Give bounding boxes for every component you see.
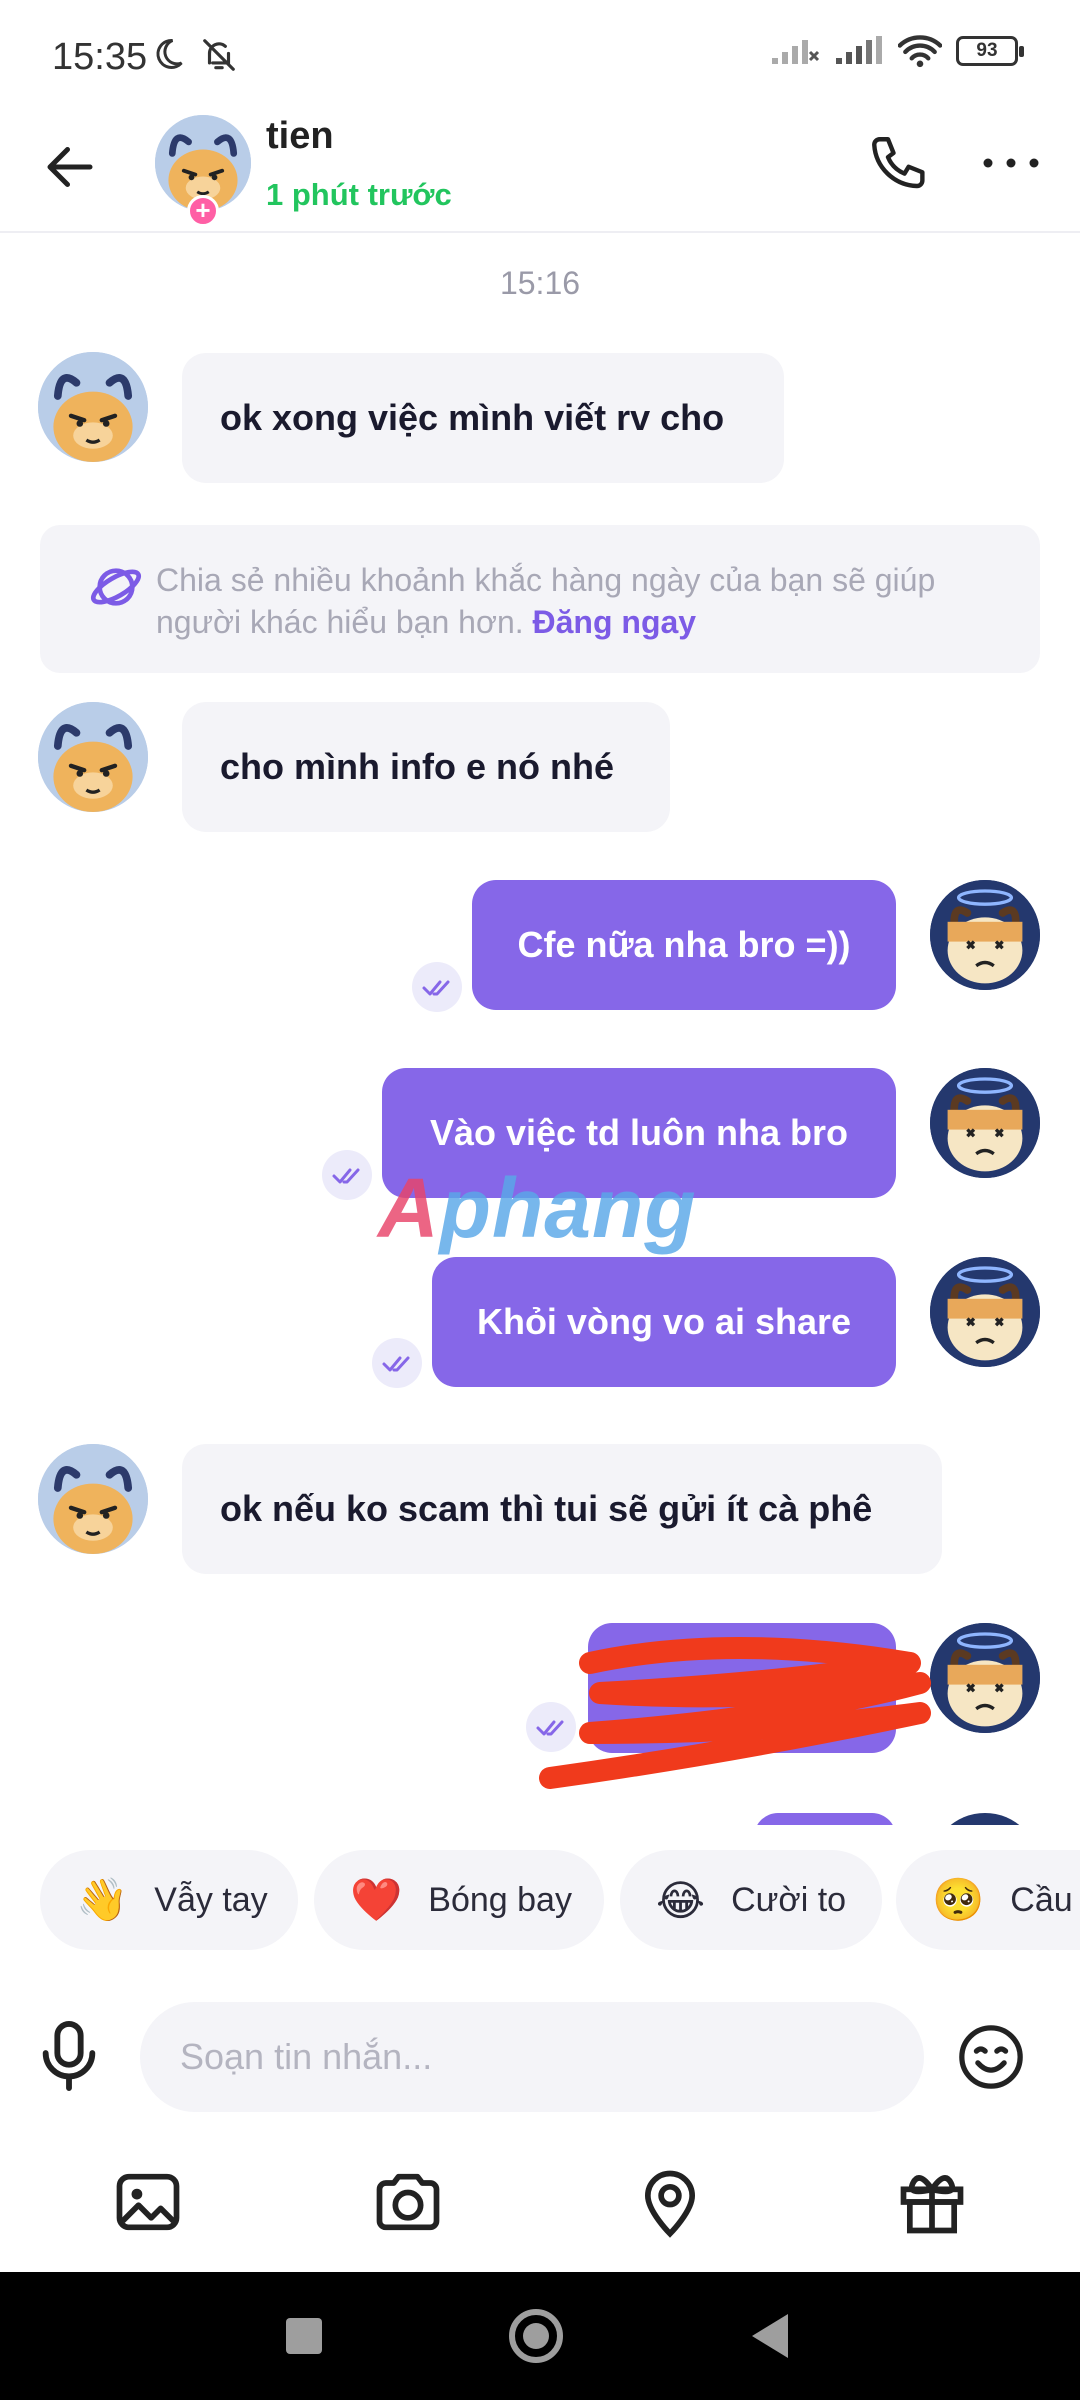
my-avatar[interactable] bbox=[930, 1068, 1040, 1178]
home-button[interactable] bbox=[506, 2306, 566, 2366]
reaction-wave[interactable]: 👋 Vẫy tay bbox=[40, 1850, 298, 1950]
message-bubble-outgoing[interactable]: Khỏi vòng vo ai share bbox=[432, 1257, 896, 1387]
laughing-face-icon: 😂 bbox=[656, 1876, 706, 1924]
pleading-face-icon: 🥺 bbox=[932, 1875, 985, 1923]
back-button[interactable] bbox=[40, 137, 100, 197]
reaction-plead[interactable]: 🥺 Cầu x bbox=[896, 1850, 1080, 1950]
my-avatar[interactable] bbox=[930, 1813, 1040, 1825]
seen-check-icon bbox=[372, 1338, 422, 1388]
message-bubble-incoming[interactable]: ok nếu ko scam thì tui sẽ gửi ít cà phê bbox=[182, 1444, 942, 1574]
composer bbox=[0, 1990, 1080, 2120]
heart-icon: ❤️ bbox=[350, 1875, 403, 1923]
signal-off-icon bbox=[770, 36, 820, 66]
add-friend-badge[interactable]: + bbox=[187, 195, 219, 227]
chat-messages[interactable]: 15:16 ok xong việc mình viết rv cho Chia… bbox=[0, 235, 1080, 1825]
wifi-icon bbox=[898, 34, 942, 68]
my-avatar[interactable] bbox=[930, 1257, 1040, 1367]
signal-icon bbox=[834, 36, 884, 66]
seen-check-icon bbox=[412, 962, 462, 1012]
contact-name: tien bbox=[266, 115, 334, 157]
time-separator: 15:16 bbox=[499, 265, 581, 301]
watermark-logo: Aphang bbox=[378, 1161, 697, 1255]
reaction-balloon[interactable]: ❤️ Bóng bay bbox=[314, 1850, 604, 1950]
planet-icon bbox=[88, 559, 144, 615]
battery-indicator: 93 bbox=[956, 36, 1024, 66]
attachment-toolbar bbox=[0, 2150, 1080, 2260]
message-bubble-outgoing-partial[interactable] bbox=[754, 1813, 896, 1825]
seen-check-icon bbox=[322, 1150, 372, 1200]
redaction-scribble bbox=[539, 1637, 931, 1789]
back-nav-button[interactable] bbox=[740, 2306, 800, 2366]
message-bubble-outgoing[interactable]: Cfe nữa nha bro =)) bbox=[472, 880, 896, 1010]
quick-reactions: 👋 Vẫy tay ❤️ Bóng bay 😂 Cười to 🥺 Cầu x bbox=[0, 1840, 1080, 1950]
gift-icon[interactable] bbox=[894, 2164, 970, 2240]
my-avatar[interactable] bbox=[930, 880, 1040, 990]
contact-avatar[interactable] bbox=[38, 1444, 148, 1554]
bell-off-icon bbox=[200, 36, 238, 74]
chat-header: + tien 1 phút trước bbox=[0, 115, 1080, 233]
more-options-button[interactable] bbox=[978, 141, 1044, 185]
camera-icon[interactable] bbox=[370, 2164, 446, 2240]
recents-button[interactable] bbox=[274, 2306, 334, 2366]
call-button[interactable] bbox=[866, 131, 932, 197]
post-now-link[interactable]: Đăng ngay bbox=[533, 604, 697, 640]
reaction-laugh[interactable]: 😂 Cười to bbox=[620, 1850, 882, 1950]
status-bar: 15:35 93 bbox=[0, 0, 1080, 115]
location-pin-icon[interactable] bbox=[632, 2164, 708, 2240]
system-navigation-bar bbox=[0, 2272, 1080, 2400]
emoji-button[interactable] bbox=[956, 2022, 1026, 2092]
message-bubble-incoming[interactable]: cho mình info e nó nhé bbox=[182, 702, 670, 832]
contact-avatar[interactable] bbox=[38, 702, 148, 812]
message-input[interactable] bbox=[140, 2002, 924, 2112]
message-bubble-incoming[interactable]: ok xong việc mình viết rv cho bbox=[182, 353, 784, 483]
share-moments-prompt: Chia sẻ nhiều khoảnh khắc hàng ngày của … bbox=[40, 525, 1040, 673]
status-time: 15:35 bbox=[52, 36, 148, 78]
image-icon[interactable] bbox=[110, 2164, 186, 2240]
contact-avatar[interactable] bbox=[38, 352, 148, 462]
moon-icon bbox=[150, 36, 186, 74]
last-active-status: 1 phút trước bbox=[266, 177, 452, 212]
my-avatar[interactable] bbox=[930, 1623, 1040, 1733]
waving-hand-icon: 👋 bbox=[76, 1875, 129, 1923]
microphone-button[interactable] bbox=[34, 2018, 104, 2094]
